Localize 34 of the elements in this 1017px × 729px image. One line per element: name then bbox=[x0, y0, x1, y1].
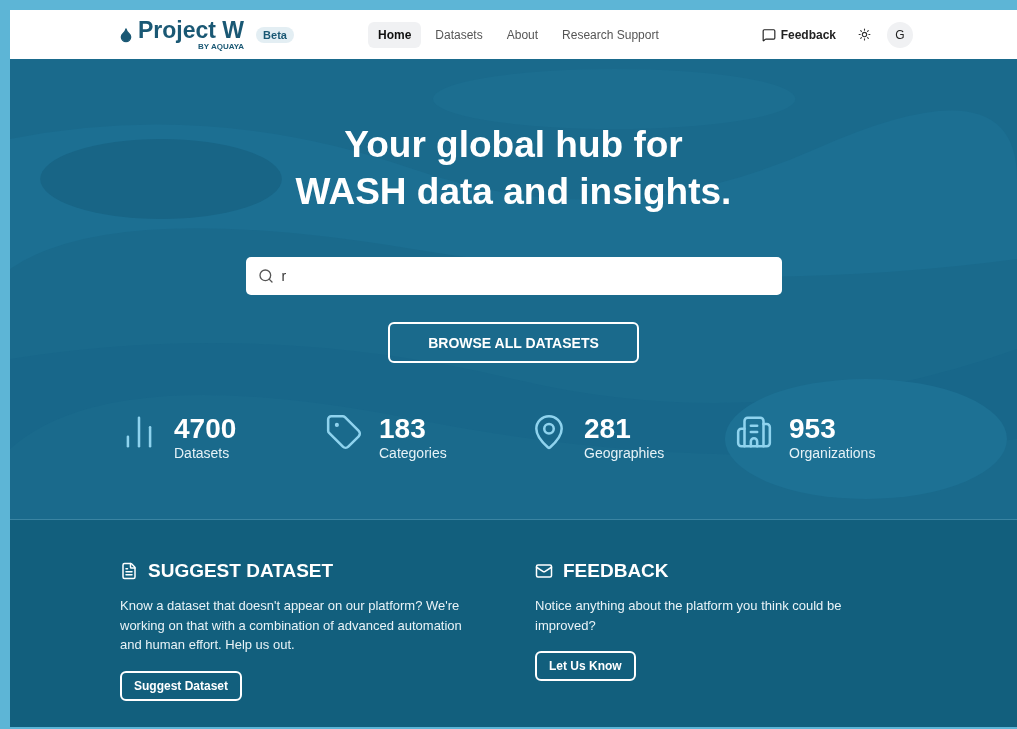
user-avatar[interactable]: G bbox=[887, 21, 913, 48]
document-icon bbox=[120, 562, 138, 580]
logo-subtitle: BY AQUAYA bbox=[198, 42, 245, 51]
hero-title: Your global hub for WASH data and insights. bbox=[295, 123, 732, 214]
logo-text[interactable]: Project W bbox=[138, 18, 245, 42]
tag-icon bbox=[325, 413, 363, 451]
stat-value: 953 bbox=[789, 413, 837, 445]
search-icon bbox=[257, 268, 274, 284]
browse-datasets-button[interactable]: BROWSE ALL DATASETS bbox=[388, 322, 639, 363]
stat-value: 183 bbox=[379, 413, 427, 445]
nav-link[interactable]: About bbox=[496, 21, 549, 48]
feedback-button[interactable]: Feedback bbox=[755, 26, 842, 43]
stat-value: 281 bbox=[584, 413, 632, 445]
card-title: SUGGEST DATASET bbox=[148, 560, 334, 582]
mail-icon bbox=[535, 562, 553, 580]
stat-label: Organizations bbox=[789, 445, 876, 461]
stat-value: 4700 bbox=[174, 413, 237, 445]
card-title: FEEDBACK bbox=[563, 560, 669, 582]
card-button[interactable]: Let Us Know bbox=[535, 651, 636, 681]
stat-label: Geographies bbox=[584, 445, 665, 461]
message-icon bbox=[761, 27, 776, 42]
nav-link[interactable]: Home bbox=[368, 21, 422, 48]
stat-label: Categories bbox=[379, 445, 447, 461]
droplet-icon bbox=[118, 26, 134, 43]
building-icon bbox=[735, 413, 773, 451]
stat-label: Datasets bbox=[174, 445, 231, 461]
nav-link[interactable]: Research Support bbox=[552, 21, 669, 48]
search-field[interactable]: r bbox=[245, 257, 782, 295]
card-button[interactable]: Suggest Dataset bbox=[120, 670, 243, 701]
card-text: Know a dataset that doesn't appear on our platform? We're working on that with a combination of advanced automation and human effort. Help us out. bbox=[120, 597, 463, 654]
sun-icon bbox=[858, 28, 871, 41]
nav-link[interactable]: Datasets bbox=[425, 21, 493, 48]
beta-badge: Beta bbox=[256, 26, 294, 43]
card-text: Notice anything about the platform you think could be improved? bbox=[535, 597, 843, 635]
